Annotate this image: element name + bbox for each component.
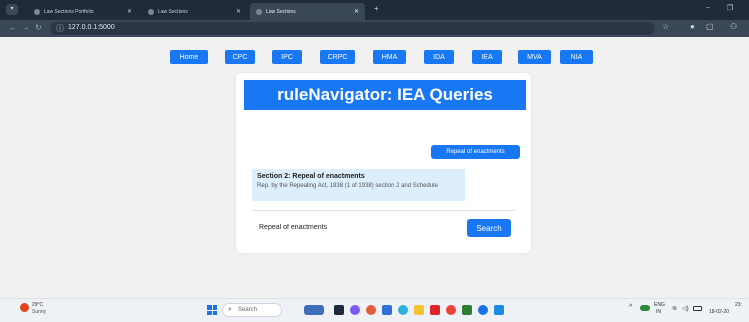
tab-close-icon[interactable]: ✕ — [354, 8, 359, 15]
tab-title: Law Sections — [158, 8, 188, 15]
tab-title: Law Sections — [266, 8, 296, 15]
nav-button-crpc[interactable]: CRPC — [320, 50, 355, 64]
page-content: Home CPC IPC CRPC HMA IDA IEA MVA NIA ru… — [0, 37, 749, 298]
side-panel-icon[interactable]: ▢ — [706, 22, 714, 31]
language-region[interactable]: IN — [656, 309, 661, 315]
browser-tab[interactable]: Law Sections Portfolio ✕ — [28, 3, 138, 20]
taskbar-widget-icon[interactable] — [304, 305, 324, 315]
nav-button-hma[interactable]: HMA — [373, 50, 406, 64]
nav-button-ipc[interactable]: IPC — [272, 50, 302, 64]
new-tab-icon[interactable]: + — [374, 4, 379, 13]
tray-overflow-icon[interactable]: ^ — [629, 304, 632, 311]
tab-favicon-icon — [256, 8, 262, 15]
nav-button-iea[interactable]: IEA — [472, 50, 502, 64]
url-text[interactable]: 127.0.0.1:5000 — [68, 24, 115, 31]
language-indicator[interactable]: ENG — [654, 302, 665, 308]
search-button[interactable]: Search — [467, 219, 511, 237]
browser-tab-active[interactable]: Law Sections ✕ — [250, 3, 365, 20]
tab-favicon-icon — [148, 8, 154, 15]
taskbar: 29°C Sunny ⌕ Search ^ ENG IN ≋ ◁) 23: 18… — [0, 298, 749, 322]
task-view-icon[interactable] — [334, 305, 344, 315]
profile-icon[interactable]: ⚇ — [730, 22, 737, 31]
windows-start-icon[interactable] — [207, 305, 217, 315]
edge-icon[interactable] — [398, 305, 408, 315]
forward-icon[interactable]: → — [22, 23, 30, 32]
tab-title: Law Sections Portfolio — [44, 8, 94, 15]
tab-search-menu-icon[interactable]: ▾ — [6, 4, 18, 15]
query-input[interactable] — [252, 218, 457, 236]
browser-tabstrip: ▾ Law Sections Portfolio ✕ Law Sections … — [0, 0, 749, 20]
tab-favicon-icon — [34, 8, 40, 15]
query-card: ruleNavigator: IEA Queries Repeal of ena… — [236, 73, 531, 253]
minimize-icon[interactable]: – — [706, 4, 710, 11]
weather-icon[interactable] — [20, 303, 29, 312]
nav-button-cpc[interactable]: CPC — [225, 50, 255, 64]
clock-date[interactable]: 18-02-20 — [709, 309, 729, 315]
app-icon[interactable] — [382, 305, 392, 315]
maximize-icon[interactable]: ❐ — [727, 4, 733, 12]
app-icon[interactable] — [462, 305, 472, 315]
battery-icon[interactable] — [693, 306, 702, 311]
nav-button-ida[interactable]: IDA — [424, 50, 454, 64]
divider — [252, 210, 515, 211]
clock-time[interactable]: 23: — [735, 302, 742, 308]
page-title: ruleNavigator: IEA Queries — [244, 80, 526, 110]
nav-button-nia[interactable]: NIA — [560, 50, 593, 64]
chat-icon[interactable] — [350, 305, 360, 315]
weather-description[interactable]: Sunny — [32, 309, 46, 315]
result-title: Section 2: Repeal of enactments — [257, 173, 365, 180]
address-bar[interactable]: ⓘ 127.0.0.1:5000 — [50, 22, 655, 35]
browser-toolbar: ← → ↻ ⓘ 127.0.0.1:5000 ☆ ● ▢ ⚇ — [0, 20, 749, 37]
nav-button-home[interactable]: Home — [170, 50, 208, 64]
taskbar-search-placeholder: Search — [238, 307, 258, 313]
nav-button-mva[interactable]: MVA — [518, 50, 551, 64]
law-nav: Home CPC IPC CRPC HMA IDA IEA MVA NIA — [170, 50, 600, 64]
search-icon: ⌕ — [228, 306, 232, 313]
taskbar-search[interactable]: ⌕ Search — [222, 303, 282, 317]
cloud-icon[interactable] — [640, 305, 650, 311]
app-icon[interactable] — [366, 305, 376, 315]
chrome-icon[interactable] — [446, 305, 456, 315]
file-explorer-icon[interactable] — [414, 305, 424, 315]
wifi-icon[interactable]: ≋ — [672, 305, 677, 312]
extension-icon[interactable]: ● — [690, 22, 695, 31]
tab-close-icon[interactable]: ✕ — [236, 8, 241, 15]
vscode-icon[interactable] — [494, 305, 504, 315]
bookmark-star-icon[interactable]: ☆ — [662, 22, 669, 31]
tab-close-icon[interactable]: ✕ — [127, 8, 132, 15]
browser-tab[interactable]: Law Sections ✕ — [142, 3, 247, 20]
result-description: Rep. by the Repealing Act, 1938 (1 of 19… — [257, 183, 438, 189]
weather-temperature[interactable]: 29°C — [32, 302, 43, 308]
volume-icon[interactable]: ◁) — [682, 305, 689, 312]
youtube-icon[interactable] — [430, 305, 440, 315]
chrome-icon[interactable] — [478, 305, 488, 315]
site-info-icon[interactable]: ⓘ — [56, 23, 64, 34]
section-button[interactable]: Repeal of enactments — [431, 145, 520, 159]
result-item: Section 2: Repeal of enactments Rep. by … — [252, 169, 465, 201]
back-icon[interactable]: ← — [9, 23, 17, 32]
reload-icon[interactable]: ↻ — [35, 23, 42, 32]
